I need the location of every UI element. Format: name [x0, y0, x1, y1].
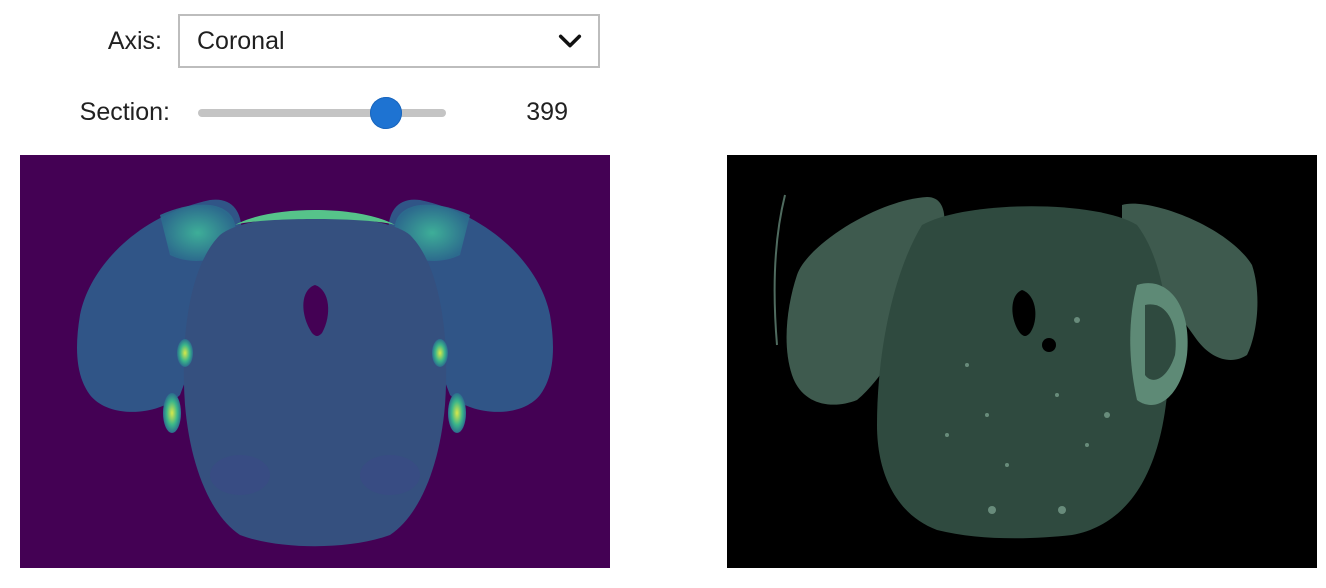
axis-label: Axis:: [107, 27, 162, 55]
section-label: Section:: [79, 98, 170, 126]
slider-handle[interactable]: [370, 97, 403, 129]
slider-track[interactable]: [198, 109, 446, 117]
fluorescence-section-image: [727, 155, 1317, 568]
axis-dropdown[interactable]: Coronal: [178, 14, 600, 68]
chevron-down-icon: [558, 34, 582, 48]
section-value-readout: 399: [526, 98, 568, 126]
axis-selected-value: Coronal: [197, 26, 285, 55]
atlas-section-image: [20, 155, 610, 568]
section-slider[interactable]: [198, 96, 446, 130]
